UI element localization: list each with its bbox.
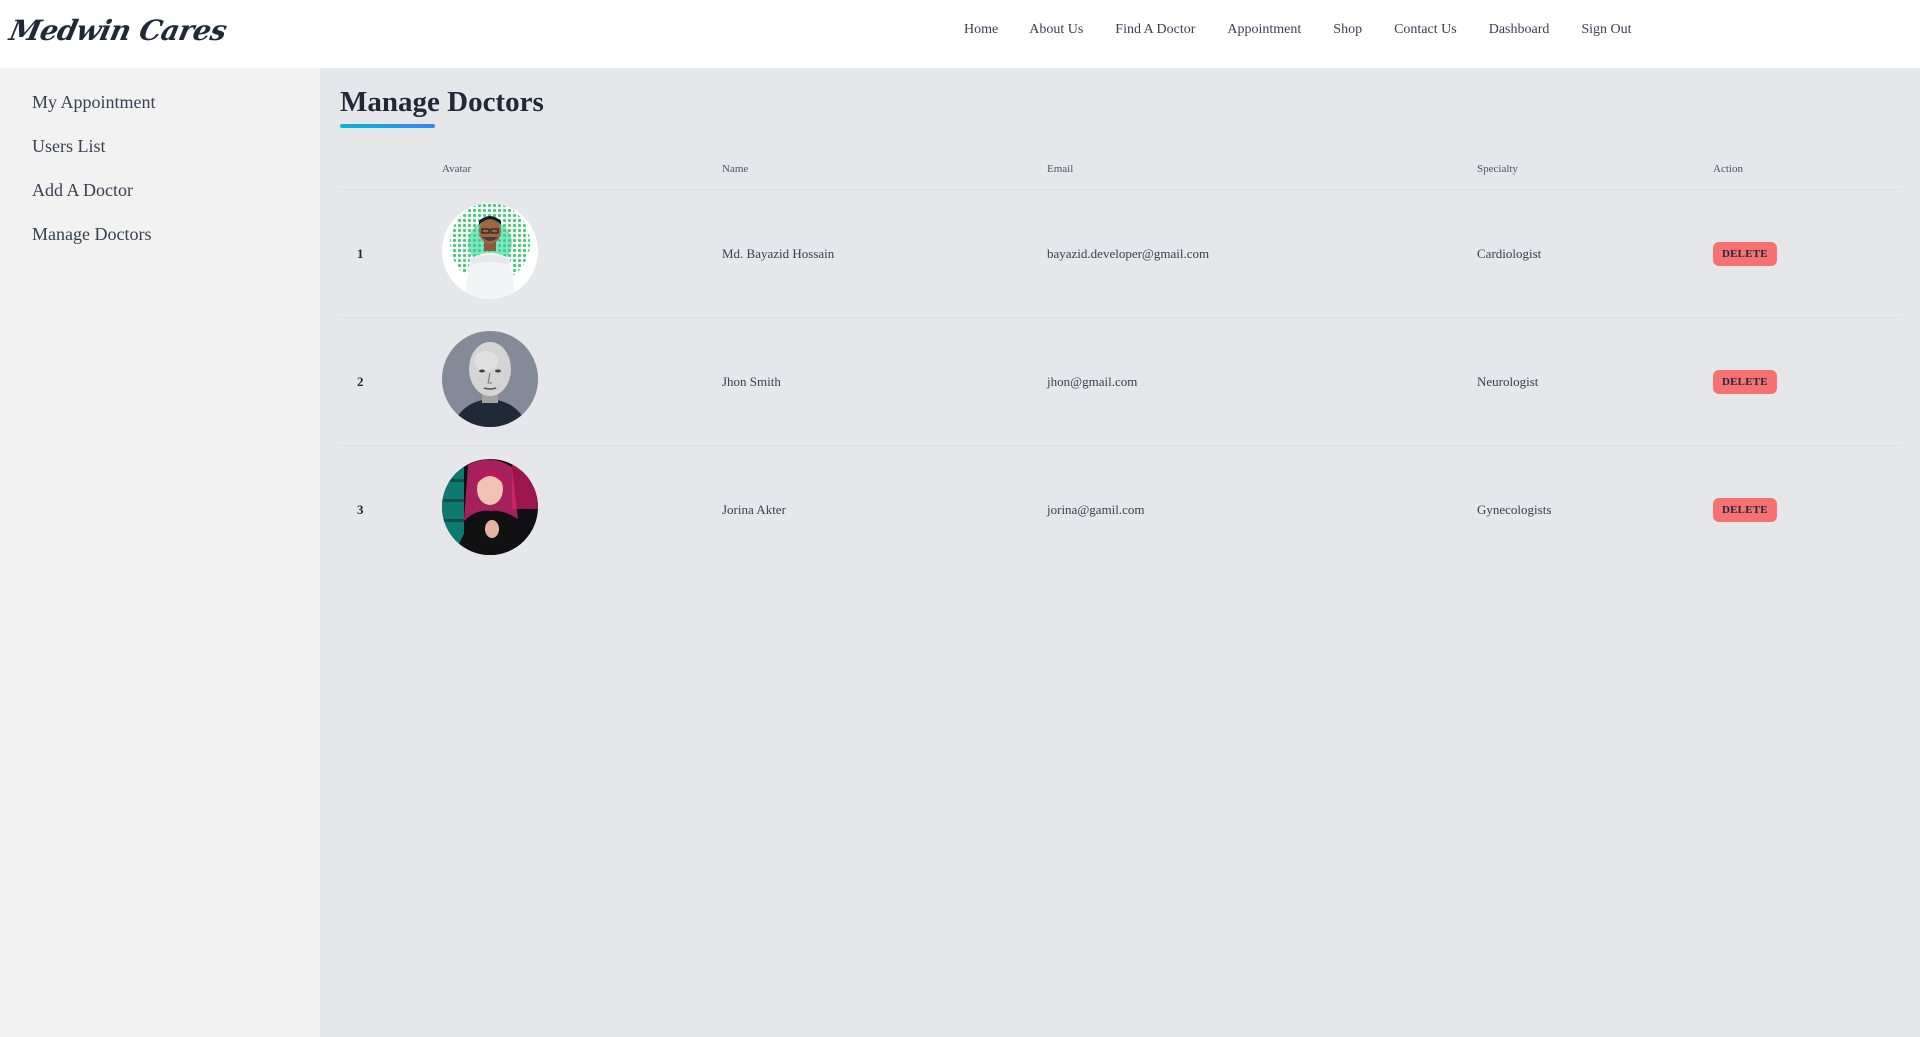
top-navbar: Medwin Cares Home About Us Find A Doctor…: [0, 0, 1920, 68]
nav-find-a-doctor[interactable]: Find A Doctor: [1115, 22, 1195, 38]
header-avatar: Avatar: [442, 163, 472, 175]
doctor-email: bayazid.developer@gmail.com: [1047, 246, 1210, 261]
nav-dashboard[interactable]: Dashboard: [1489, 22, 1550, 38]
doctor-specialty: Gynecologists: [1477, 502, 1552, 517]
sidebar-item-manage-doctors[interactable]: Manage Doctors: [0, 222, 320, 266]
doctor-name: Jorina Akter: [722, 502, 786, 517]
delete-button[interactable]: DELETE: [1713, 242, 1777, 266]
header-action: Action: [1713, 163, 1743, 175]
table-row: 3 Jorina Akter jorina@gamil.com Gynecolo…: [340, 446, 1900, 574]
brand-logo[interactable]: Medwin Cares: [6, 14, 229, 47]
title-underline: [340, 124, 435, 128]
sidebar-item-add-a-doctor[interactable]: Add A Doctor: [0, 178, 320, 222]
doctor-email: jorina@gamil.com: [1047, 502, 1145, 517]
nav-sign-out[interactable]: Sign Out: [1581, 22, 1631, 38]
table-header: Avatar Name Email Specialty Action: [340, 144, 1900, 190]
main-content: Manage Doctors Avatar Name Email Special…: [320, 68, 1920, 1037]
dashboard-sidebar: My Appointment Users List Add A Doctor M…: [0, 68, 320, 1037]
delete-button[interactable]: DELETE: [1713, 370, 1777, 394]
row-number: 1: [357, 246, 364, 261]
header-specialty: Specialty: [1477, 163, 1518, 175]
sidebar-item-users-list[interactable]: Users List: [0, 134, 320, 178]
nav-shop[interactable]: Shop: [1333, 22, 1362, 38]
delete-button[interactable]: DELETE: [1713, 498, 1777, 522]
woman-avatar: [442, 459, 538, 555]
doctor-specialty: Cardiologist: [1477, 246, 1542, 261]
man-with-glasses-avatar: [442, 203, 538, 299]
main-nav: Home About Us Find A Doctor Appointment …: [964, 22, 1664, 38]
sidebar-item-my-appointment[interactable]: My Appointment: [0, 90, 320, 134]
header-email: Email: [1047, 163, 1074, 175]
doctor-name: Jhon Smith: [722, 374, 781, 389]
doctors-table: Avatar Name Email Specialty Action 1 Md.…: [340, 144, 1900, 574]
nav-about-us[interactable]: About Us: [1029, 22, 1083, 38]
page-title: Manage Doctors: [340, 86, 544, 118]
bald-man-avatar: [442, 331, 538, 427]
doctor-specialty: Neurologist: [1477, 374, 1539, 389]
nav-appointment[interactable]: Appointment: [1227, 22, 1301, 38]
nav-home[interactable]: Home: [964, 22, 998, 38]
row-number: 2: [357, 374, 364, 389]
nav-contact-us[interactable]: Contact Us: [1394, 22, 1457, 38]
table-row: 2 Jhon Smith jhon@gmail.com Neurologist: [340, 318, 1900, 446]
table-row: 1 Md. Bayazid Hossain bayazid.developer@…: [340, 190, 1900, 318]
doctor-name: Md. Bayazid Hossain: [722, 246, 835, 261]
row-number: 3: [357, 502, 364, 517]
doctor-email: jhon@gmail.com: [1047, 374, 1138, 389]
header-name: Name: [722, 163, 749, 175]
